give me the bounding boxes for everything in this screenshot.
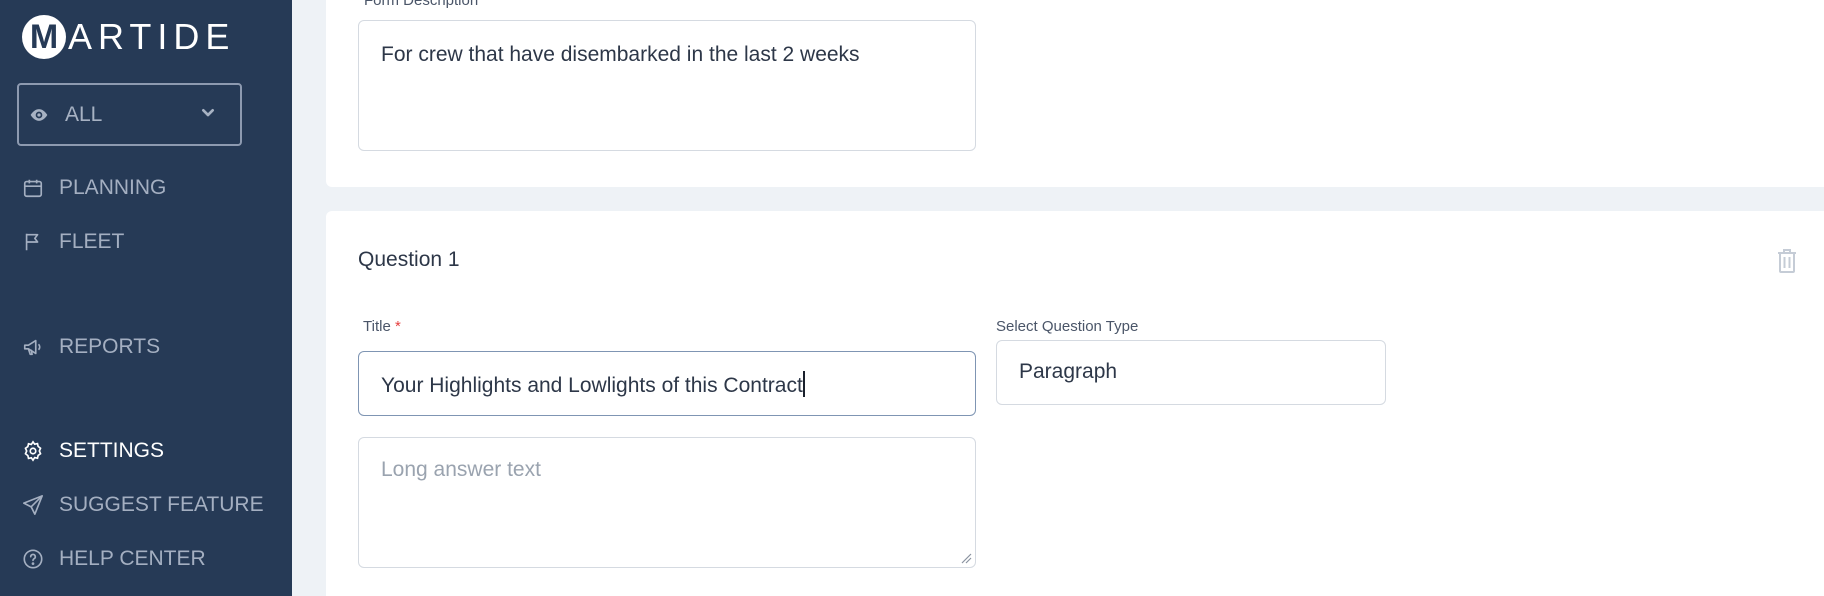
sidebar-item-reports[interactable]: REPORTS [22,332,160,362]
megaphone-icon [23,339,41,356]
question-title-input[interactable]: Your Highlights and Lowlights of this Co… [358,351,976,416]
question-title-label: Title * [363,318,401,335]
eye-icon [30,108,48,121]
question-type-value: Paragraph [1019,360,1118,383]
sidebar-item-settings[interactable]: SETTINGS [22,436,164,466]
question-heading: Question 1 [358,248,460,271]
chevron-down-icon [202,109,214,117]
question-type-label: Select Question Type [996,318,1139,335]
required-asterisk: * [394,318,401,335]
question-type-select[interactable]: Paragraph [996,340,1386,405]
text-caret [802,371,805,397]
flag-icon [25,233,39,251]
martide-logo[interactable]: M ARTIDE [22,14,235,60]
form-description-textarea[interactable]: For crew that have disembarked in the la… [358,20,976,151]
long-answer-textarea[interactable]: Long answer text [358,437,976,568]
sidebar-item-label: HELP CENTER [59,547,206,570]
vessel-view-select[interactable]: ALL [17,83,242,146]
sidebar-item-planning[interactable]: PLANNING [22,173,166,203]
help-circle-icon [23,549,43,569]
sidebar-item-fleet[interactable]: FLEET [22,227,124,257]
send-icon [23,495,43,515]
sidebar-item-help-center[interactable]: HELP CENTER [22,544,206,574]
resize-handle-icon[interactable] [960,552,972,564]
form-description-label: Form Description [364,0,479,9]
sidebar-item-suggest-feature[interactable]: SUGGEST FEATURE [22,490,264,520]
calendar-icon [23,179,43,198]
long-answer-placeholder: Long answer text [381,458,541,481]
view-select-value: ALL [65,102,103,126]
trash-icon[interactable] [1776,248,1798,274]
sidebar: M ARTIDE ALL PLANNING FLEET REPORTS SETT… [0,0,292,596]
sidebar-item-label: FLEET [59,230,125,253]
gear-icon [24,440,42,462]
sidebar-item-label: PLANNING [59,176,167,199]
question-title-value: Your Highlights and Lowlights of this Co… [381,374,803,397]
logo-mark: M [22,15,66,59]
sidebar-item-label: SUGGEST FEATURE [59,493,264,516]
sidebar-item-label: SETTINGS [59,439,165,462]
sidebar-item-label: REPORTS [59,335,161,358]
title-label-text: Title [363,318,391,335]
form-description-value: For crew that have disembarked in the la… [381,43,860,66]
logo-text: ARTIDE [68,16,236,57]
